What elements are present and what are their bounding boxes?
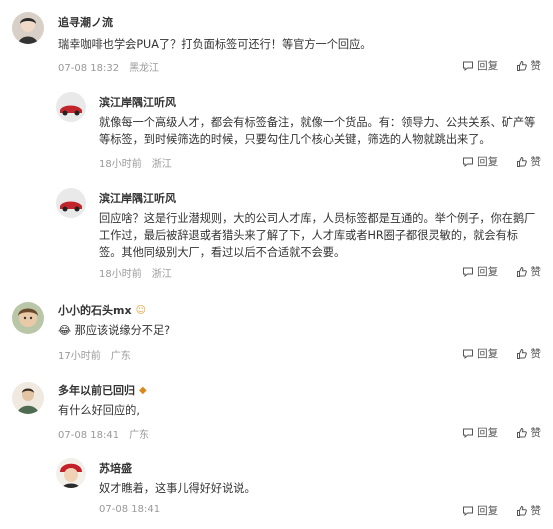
comment-actions: 回复 赞 [448, 154, 541, 171]
username-text[interactable]: 苏培盛 [99, 462, 132, 475]
avatar[interactable] [12, 12, 44, 44]
username[interactable]: 小小的石头mx ☺ [58, 302, 146, 318]
reply-item: 滨江岸隅江听风 回应啥？这是行业潜规则，大的公司人才库，人员标签都是互通的。举个… [0, 176, 553, 288]
reply-label: 回复 [477, 348, 499, 360]
comment-item: 多年以前已回归 ◆ 有什么好回应的, 07-08 18:41 广东 回复 赞 [0, 370, 553, 446]
thumbs-up-icon [516, 348, 527, 359]
reply-label: 回复 [477, 427, 499, 439]
username-text[interactable]: 滨江岸隅江听风 [99, 96, 176, 109]
reply-item: 苏培盛 奴才瞧着，这事儿得好好说说。 07-08 18:41 回复 赞 [0, 448, 553, 526]
comment-item: 小小的石头mx ☺ 😂 那应该说缘分不足? 17小时前 广东 回复 赞 [0, 290, 553, 368]
timestamp: 07-08 18:41 [99, 504, 161, 515]
reply-button[interactable]: 回复 [462, 264, 498, 279]
like-label: 赞 [530, 505, 542, 517]
comment-actions: 回复 赞 [448, 425, 541, 442]
like-label: 赞 [530, 427, 542, 439]
username[interactable]: 多年以前已回归 ◆ [58, 382, 147, 398]
reply-label: 回复 [477, 60, 499, 72]
username[interactable]: 滨江岸隅江听风 [99, 94, 176, 110]
reply-button[interactable]: 回复 [462, 58, 498, 73]
avatar[interactable] [56, 188, 86, 218]
comment-meta: 07-08 18:41 [99, 504, 160, 515]
comment-text: 回应啥？这是行业潜规则，大的公司人才库，人员标签都是互通的。举个例子，你在鹅厂工… [99, 212, 536, 259]
location: 广东 [110, 351, 131, 362]
reply-label: 回复 [477, 505, 499, 517]
comment-icon [463, 267, 474, 277]
timestamp: 07-08 18:41 [58, 430, 120, 441]
username-text[interactable]: 多年以前已回归 [58, 384, 135, 397]
comment-icon [463, 349, 474, 359]
like-label: 赞 [530, 60, 542, 72]
like-button[interactable]: 赞 [516, 425, 542, 440]
like-button[interactable]: 赞 [516, 346, 542, 361]
gem-badge-icon: ◆ [139, 385, 147, 396]
thumbs-up-icon [516, 60, 527, 71]
comment-text: 有什么好回应的, [58, 404, 140, 417]
username[interactable]: 追寻潮ノ流 [58, 14, 113, 30]
comment-meta: 17小时前 广东 [58, 347, 131, 362]
comment-text: 瑞幸咖啡也学会PUA了？打负面标签可还行！等官方一个回应。 [58, 38, 372, 51]
like-button[interactable]: 赞 [516, 264, 542, 279]
reply-button[interactable]: 回复 [462, 346, 498, 361]
username-text[interactable]: 滨江岸隅江听风 [99, 192, 176, 205]
thumbs-up-icon [516, 156, 527, 167]
avatar[interactable] [12, 302, 44, 334]
like-label: 赞 [530, 266, 542, 278]
location: 黑龙江 [129, 63, 160, 74]
location: 浙江 [151, 159, 172, 170]
comment-meta: 07-08 18:32 黑龙江 [58, 59, 159, 74]
reply-item: 滨江岸隅江听风 就像每一个高级人才，都会有标签备注，就像一个货品。有：领导力、公… [0, 80, 553, 172]
username-text[interactable]: 追寻潮ノ流 [58, 16, 113, 29]
reply-label: 回复 [477, 266, 499, 278]
comment-actions: 回复 赞 [448, 503, 541, 520]
smile-badge-icon: ☺ [135, 305, 146, 316]
comment-actions: 回复 赞 [448, 264, 541, 281]
thumbs-up-icon [516, 266, 527, 277]
timestamp: 07-08 18:32 [58, 63, 120, 74]
comment-actions: 回复 赞 [448, 58, 541, 75]
timestamp: 18小时前 [99, 159, 142, 170]
comment-item: 追寻潮ノ流 瑞幸咖啡也学会PUA了？打负面标签可还行！等官方一个回应。 07-0… [0, 0, 553, 80]
location: 浙江 [151, 269, 172, 280]
location: 广东 [129, 430, 150, 441]
reply-button[interactable]: 回复 [462, 503, 498, 518]
comment-icon [463, 157, 474, 167]
username[interactable]: 滨江岸隅江听风 [99, 190, 176, 206]
comment-icon [463, 428, 474, 438]
comment-text: 就像每一个高级人才，都会有标签备注，就像一个货品。有：领导力、公共关系、矿产等等… [99, 116, 536, 146]
timestamp: 17小时前 [58, 351, 101, 362]
reply-button[interactable]: 回复 [462, 154, 498, 169]
avatar[interactable] [56, 458, 86, 488]
comment-meta: 07-08 18:41 广东 [58, 426, 149, 441]
thumbs-up-icon [516, 427, 527, 438]
reply-button[interactable]: 回复 [462, 425, 498, 440]
like-label: 赞 [530, 156, 542, 168]
like-button[interactable]: 赞 [516, 154, 542, 169]
comment-text: 😂 那应该说缘分不足? [58, 324, 171, 337]
like-button[interactable]: 赞 [516, 58, 542, 73]
comment-icon [463, 61, 474, 71]
comment-text: 奴才瞧着，这事儿得好好说说。 [99, 482, 256, 495]
thumbs-up-icon [516, 505, 527, 516]
comment-meta: 18小时前 浙江 [99, 265, 172, 280]
avatar[interactable] [12, 382, 44, 414]
username-text[interactable]: 小小的石头mx [58, 304, 132, 317]
reply-label: 回复 [477, 156, 499, 168]
avatar[interactable] [56, 92, 86, 122]
username[interactable]: 苏培盛 [99, 460, 132, 476]
comment-actions: 回复 赞 [448, 346, 541, 363]
like-button[interactable]: 赞 [516, 503, 542, 518]
like-label: 赞 [530, 348, 542, 360]
comment-meta: 18小时前 浙江 [99, 155, 172, 170]
timestamp: 18小时前 [99, 269, 142, 280]
comment-icon [463, 506, 474, 516]
